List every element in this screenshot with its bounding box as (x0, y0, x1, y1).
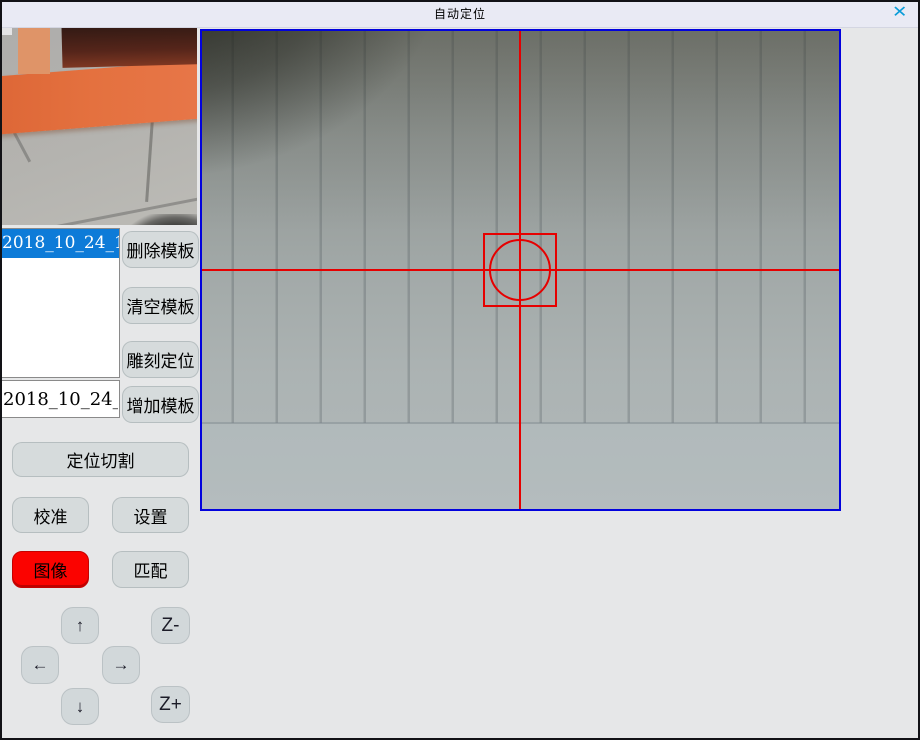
thumbnail-tile-grout-vertical (145, 120, 154, 202)
template-thumbnail (2, 28, 197, 225)
jog-left-button[interactable]: ← (21, 646, 59, 684)
jog-down-button[interactable]: ↓ (61, 688, 99, 725)
engrave-position-button[interactable]: 雕刻定位 (122, 341, 199, 378)
close-icon[interactable]: ✕ (892, 3, 907, 23)
template-list-item[interactable]: 2018_10_24_11 (2, 229, 119, 258)
thumbnail-dark-strip (62, 28, 197, 68)
calibrate-button[interactable]: 校准 (12, 497, 89, 533)
template-list[interactable]: 2018_10_24_11 (1, 228, 120, 378)
clear-templates-button[interactable]: 清空模板 (122, 287, 199, 324)
jog-z-plus-button[interactable]: Z+ (151, 686, 190, 723)
settings-button[interactable]: 设置 (112, 497, 189, 533)
jog-z-minus-button[interactable]: Z- (151, 607, 190, 644)
dialog-title: 自动定位 (434, 5, 486, 22)
thumbnail-light-block (18, 28, 50, 74)
jog-right-button[interactable]: → (102, 646, 140, 684)
delete-template-button[interactable]: 删除模板 (122, 231, 199, 268)
template-name-input[interactable] (1, 380, 120, 418)
title-bar: 自动定位 ✕ (0, 0, 920, 28)
add-template-button[interactable]: 增加模板 (122, 386, 199, 423)
image-button[interactable]: 图像 (12, 551, 89, 588)
match-button[interactable]: 匹配 (112, 551, 189, 588)
template-match-circle (489, 239, 551, 301)
jog-up-button[interactable]: ↑ (61, 607, 99, 644)
camera-view (200, 29, 841, 511)
thumbnail-corner-sliver (2, 28, 12, 35)
thumbnail-dark-blob (120, 214, 197, 225)
position-cut-button[interactable]: 定位切割 (12, 442, 189, 477)
